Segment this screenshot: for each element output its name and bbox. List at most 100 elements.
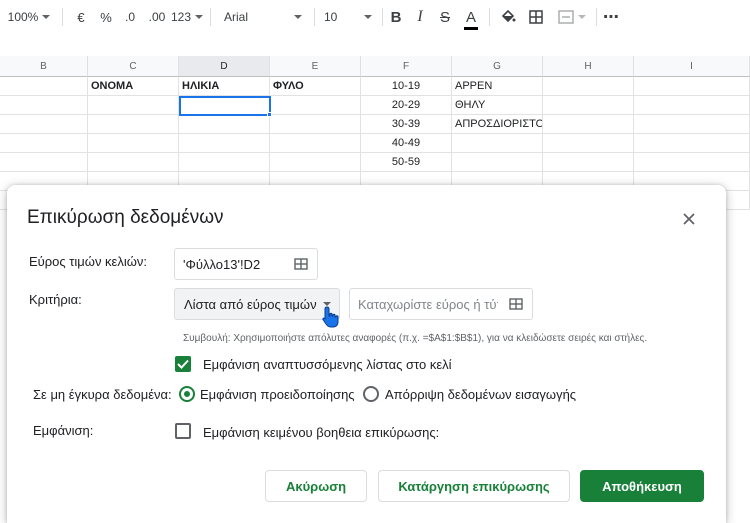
show-warning-radio[interactable] <box>179 386 195 402</box>
fill-handle[interactable] <box>267 112 272 117</box>
column-header-e[interactable]: E <box>270 56 361 77</box>
grid-cell[interactable] <box>88 153 179 172</box>
increase-decimals-button[interactable]: .00 <box>145 0 169 34</box>
more-formats-label: 123 <box>170 10 192 24</box>
strikethrough-button[interactable]: S <box>437 0 453 34</box>
borders-button[interactable] <box>526 0 546 34</box>
zoom-select[interactable]: 100% <box>6 0 52 34</box>
cell-sex-value[interactable]: ΑΠΡΟΣΔΙΟΡΙΣΤΟ <box>452 115 543 134</box>
grid-cell[interactable] <box>543 96 634 115</box>
chevron-down-icon <box>578 15 586 19</box>
grid-cell[interactable] <box>270 153 361 172</box>
grid-cell[interactable] <box>270 134 361 153</box>
percent-format-button[interactable]: % <box>97 0 115 34</box>
grid-cell[interactable] <box>0 115 88 134</box>
grid-cell[interactable] <box>0 153 88 172</box>
toolbar-divider <box>210 8 211 26</box>
reject-input-radio[interactable] <box>363 386 379 402</box>
grid-cell[interactable] <box>88 134 179 153</box>
show-dropdown-checkbox[interactable] <box>175 356 191 372</box>
cancel-button[interactable]: Ακύρωση <box>265 470 367 502</box>
more-options-button[interactable]: ⋯ <box>602 0 620 34</box>
cell-age-range[interactable]: 20-29 <box>361 96 452 115</box>
criteria-type-select[interactable]: Λίστα από εύρος τιμών <box>174 288 340 320</box>
currency-format-button[interactable]: € <box>72 0 90 34</box>
save-button[interactable]: Αποθήκευση <box>580 470 704 502</box>
grid-cell[interactable] <box>179 153 270 172</box>
fill-color-button[interactable] <box>498 0 518 34</box>
borders-icon <box>529 10 543 24</box>
hint-text: Συμβουλή: Χρησιμοποιήστε απόλυτες αναφορ… <box>183 333 648 344</box>
more-formats-button[interactable]: 123 <box>170 0 204 34</box>
font-size-select[interactable]: 10 <box>320 0 376 34</box>
cell-range-input[interactable]: 'Φύλλο13'!D2 <box>174 248 318 280</box>
show-warning-label: Εμφάνιση προειδοποίησης <box>200 387 355 402</box>
font-value: Arial <box>224 10 249 24</box>
grid-cell[interactable] <box>634 153 750 172</box>
column-header-i[interactable]: I <box>634 56 750 77</box>
column-header-f[interactable]: F <box>361 56 452 77</box>
toolbar-divider <box>596 8 597 26</box>
cell-age-range[interactable]: 40-49 <box>361 134 452 153</box>
cell-age-range[interactable]: 30-39 <box>361 115 452 134</box>
appearance-label: Εμφάνιση: <box>33 423 94 438</box>
grid-cell[interactable] <box>543 77 634 96</box>
grid-cell[interactable] <box>270 96 361 115</box>
text-color-icon: A <box>463 8 479 30</box>
grid-cell[interactable] <box>88 96 179 115</box>
cell-age-range[interactable]: 10-19 <box>361 77 452 96</box>
grid-cell[interactable] <box>0 77 88 96</box>
bold-button[interactable]: B <box>388 0 404 34</box>
column-header-h[interactable]: H <box>543 56 634 77</box>
toolbar-divider <box>62 8 63 26</box>
close-button[interactable] <box>677 207 701 231</box>
invalid-data-label: Σε μη έγκυρα δεδομένα: <box>33 387 172 402</box>
column-header-d[interactable]: D <box>179 56 270 77</box>
grid-cell[interactable] <box>634 115 750 134</box>
text-color-button[interactable]: A <box>462 0 480 34</box>
column-header-b[interactable]: B <box>0 56 88 77</box>
grid-cell[interactable] <box>0 134 88 153</box>
grid-cell[interactable] <box>634 96 750 115</box>
selected-cell-d2[interactable] <box>179 96 271 116</box>
grid-cell[interactable] <box>179 115 270 134</box>
grid-cell[interactable] <box>634 77 750 96</box>
italic-button[interactable]: I <box>412 0 428 34</box>
chevron-down-icon <box>364 15 372 19</box>
grid-cell[interactable] <box>179 134 270 153</box>
cell-sex-value[interactable]: ΘΗΛΥ <box>452 96 543 115</box>
cell-age-range[interactable]: 50-59 <box>361 153 452 172</box>
column-header-g[interactable]: G <box>452 56 543 77</box>
decrease-decimals-button[interactable]: .0 <box>120 0 140 34</box>
checkmark-icon <box>177 359 189 369</box>
column-header-c[interactable]: C <box>88 56 179 77</box>
toolbar-divider <box>382 8 383 26</box>
range-input-placeholder: Καταχωρίστε εύρος ή τύπο <box>358 296 498 312</box>
cell-sex-value[interactable]: ΑΡΡΕΝ <box>452 77 543 96</box>
chevron-down-icon <box>42 15 51 19</box>
range-input[interactable]: Καταχωρίστε εύρος ή τύπο <box>349 288 533 320</box>
grid-cell[interactable] <box>634 134 750 153</box>
grid-cell[interactable] <box>543 134 634 153</box>
font-select[interactable]: Arial <box>220 0 306 34</box>
select-range-icon[interactable] <box>294 258 308 270</box>
grid-cell[interactable] <box>543 153 634 172</box>
remove-validation-button[interactable]: Κατάργηση επικύρωσης <box>378 470 570 502</box>
criteria-label: Κριτήρια: <box>29 292 82 307</box>
toolbar-divider <box>489 8 490 26</box>
cell-header-name[interactable]: ΟΝΟΜΑ <box>88 77 179 96</box>
merge-cells-button[interactable] <box>553 0 591 34</box>
criteria-type-value: Λίστα από εύρος τιμών <box>184 296 317 312</box>
grid-cell[interactable] <box>543 115 634 134</box>
grid-cell[interactable] <box>88 115 179 134</box>
data-validation-dialog: Επικύρωση δεδομένων Εύρος τιμών κελιών: … <box>7 185 726 523</box>
cell-header-sex[interactable]: ΦΥΛΟ <box>270 77 361 96</box>
merge-cells-icon <box>558 10 574 24</box>
grid-cell[interactable] <box>452 134 543 153</box>
grid-cell[interactable] <box>0 96 88 115</box>
select-range-icon[interactable] <box>509 298 523 310</box>
grid-cell[interactable] <box>270 115 361 134</box>
grid-cell[interactable] <box>452 153 543 172</box>
cell-header-age[interactable]: ΗΛΙΚΙΑ <box>179 77 270 96</box>
help-text-checkbox[interactable] <box>175 423 191 439</box>
